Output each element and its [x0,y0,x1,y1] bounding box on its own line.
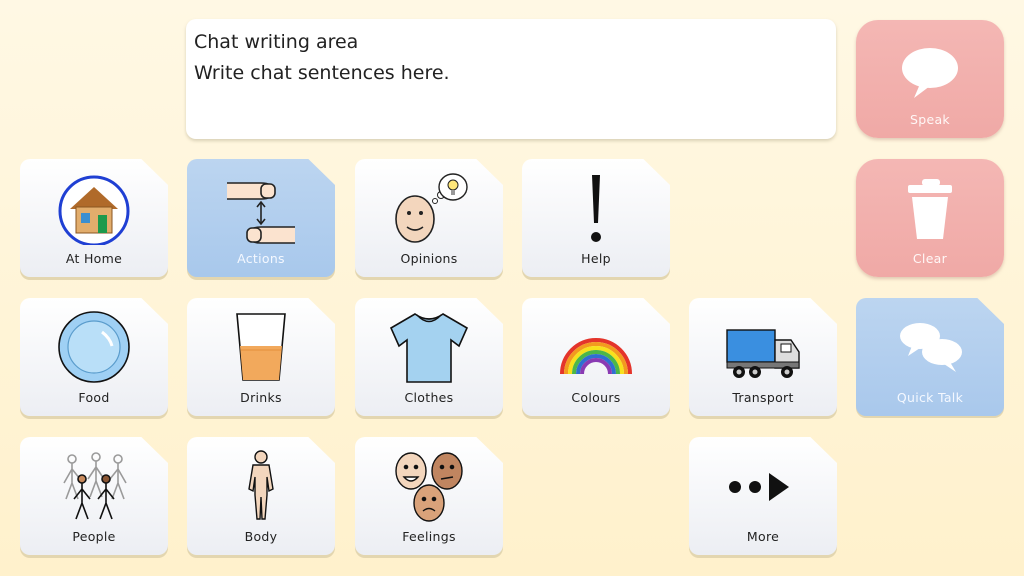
clear-button[interactable]: Clear [856,159,1004,277]
quick-talk-label: Quick Talk [896,390,964,405]
chat-line-1: Chat writing area [194,31,359,53]
tile-actions[interactable]: Actions [187,159,335,277]
speak-label: Speak [910,112,950,127]
tile-feelings[interactable]: Feelings [355,437,503,555]
chat-writing-area[interactable]: Chat writing area Write chat sentences h… [186,19,836,139]
tile-drinks[interactable]: Drinks [187,298,335,416]
trash-icon [900,177,960,247]
shirt-icon [389,310,469,384]
plate-icon [54,310,134,384]
tile-label: Clothes [404,390,454,405]
tile-label: Colours [571,390,621,405]
more-arrow-icon [723,449,803,523]
tile-label: Drinks [240,390,282,405]
thinking-face-icon [389,171,469,245]
faces-icon [389,449,469,523]
glass-icon [221,310,301,384]
tile-label: Actions [237,251,285,266]
tile-people[interactable]: People [20,437,168,555]
tile-opinions[interactable]: Opinions [355,159,503,277]
tile-clothes[interactable]: Clothes [355,298,503,416]
tile-label: Opinions [400,251,458,266]
house-icon [54,171,134,245]
chat-line-2: Write chat sentences here. [194,62,450,84]
tile-at-home[interactable]: At Home [20,159,168,277]
quick-talk-button[interactable]: Quick Talk [856,298,1004,416]
rainbow-icon [556,310,636,384]
tile-label: Help [581,251,611,266]
tile-label: More [746,529,780,544]
tile-help[interactable]: Help [522,159,670,277]
tile-label: At Home [65,251,123,266]
speech-bubble-icon [900,38,960,108]
clear-label: Clear [912,251,948,266]
tile-label: Food [78,390,110,405]
tile-more[interactable]: More [689,437,837,555]
tile-body[interactable]: Body [187,437,335,555]
tile-transport[interactable]: Transport [689,298,837,416]
hands-icon [221,171,301,245]
people-icon [54,449,134,523]
exclamation-icon [556,171,636,245]
tile-label: People [72,529,116,544]
tile-label: Body [244,529,278,544]
tile-label: Transport [732,390,794,405]
truck-icon [723,310,803,384]
body-icon [221,449,301,523]
tile-colours[interactable]: Colours [522,298,670,416]
chat-bubbles-icon [890,310,970,384]
tile-food[interactable]: Food [20,298,168,416]
speak-button[interactable]: Speak [856,20,1004,138]
tile-label: Feelings [402,529,456,544]
